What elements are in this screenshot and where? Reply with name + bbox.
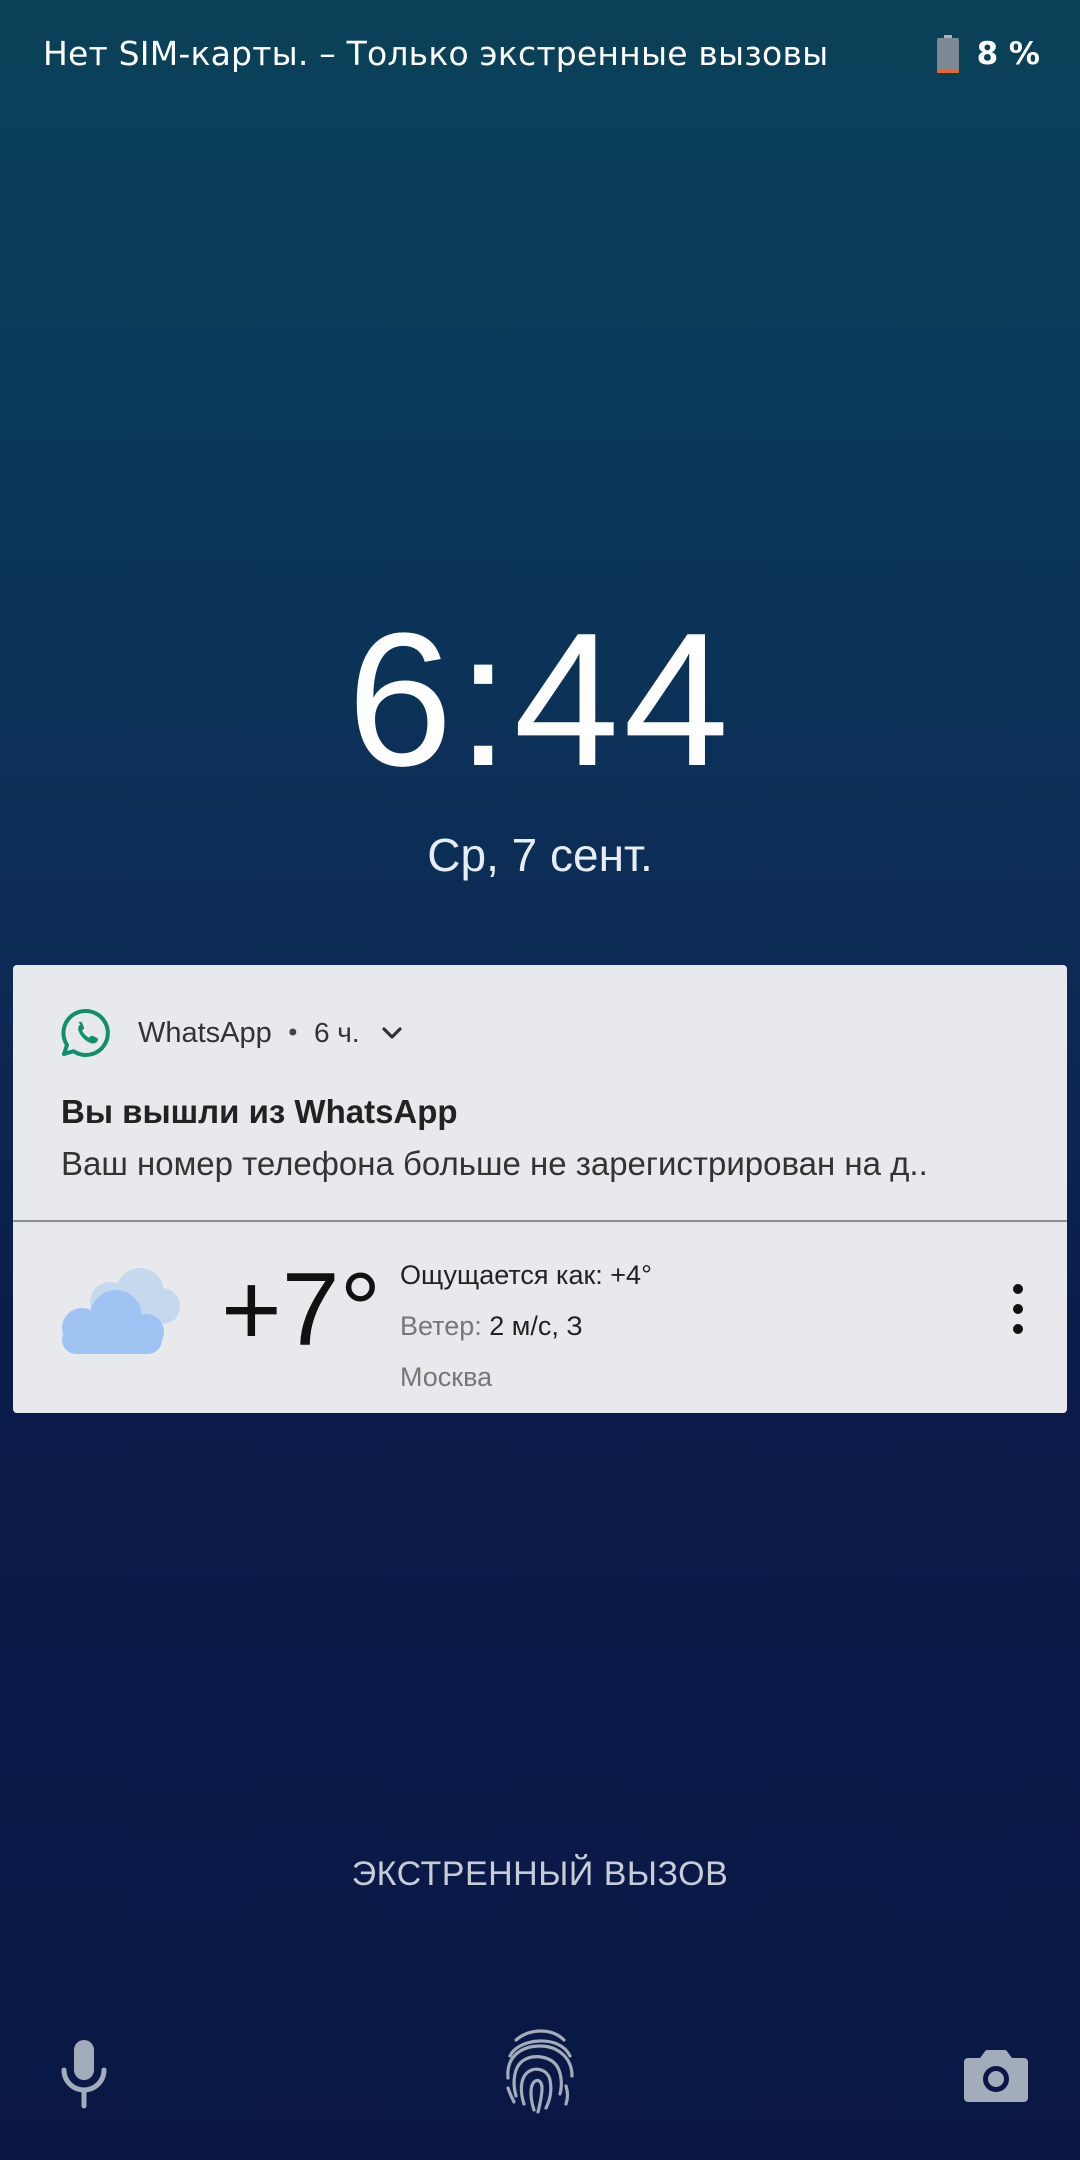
carrier-status-text: Нет SIM-карты. – Только экстренные вызов… [43,34,829,73]
status-bar: Нет SIM-карты. – Только экстренные вызов… [0,0,1080,110]
camera-icon[interactable] [962,2046,1030,2104]
weather-temperature: +7° [221,1252,382,1368]
weather-wind-label: Ветер: [400,1311,482,1341]
battery-percent-text: 8 % [976,36,1040,72]
notification-app-name: WhatsApp [138,1016,272,1049]
notification-header[interactable]: WhatsApp • 6 ч. [60,1005,406,1061]
weather-wind: Ветер: 2 м/с, З [400,1301,960,1352]
notification-title: Вы вышли из WhatsApp [61,1093,458,1130]
notification-separator: • [285,1019,300,1047]
whatsapp-icon [61,1008,110,1057]
notification-card[interactable]: WhatsApp • 6 ч. Вы вышли из WhatsApp Ваш… [13,965,1067,1413]
weather-wind-value: 2 м/с, З [489,1311,583,1341]
more-vert-icon[interactable] [998,1277,1038,1341]
weather-city: Москва [400,1362,493,1392]
notification-time: 6 ч. [313,1017,360,1048]
microphone-icon[interactable] [58,2038,110,2110]
notification-divider [13,1220,1067,1222]
lock-date: Ср, 7 сент. [427,829,653,881]
notification-body: Ваш номер телефона больше не зарегистрир… [61,1145,928,1182]
battery-indicator: 8 % [936,32,1040,76]
fingerprint-icon[interactable] [500,2026,580,2114]
cloud-icon [62,1268,180,1354]
battery-low-icon [936,35,959,73]
emergency-call-button[interactable]: ЭКСТРЕННЫЙ ВЫЗОВ [0,1855,1080,1894]
weather-feels-like: Ощущается как: +4° [400,1260,652,1290]
weather-details: Ощущается как: +4° Ветер: 2 м/с, З Москв… [400,1250,960,1403]
clock-time: 6:44 [347,594,733,806]
chevron-down-icon[interactable] [378,1019,406,1047]
lock-clock: 6:44 [0,600,1080,800]
